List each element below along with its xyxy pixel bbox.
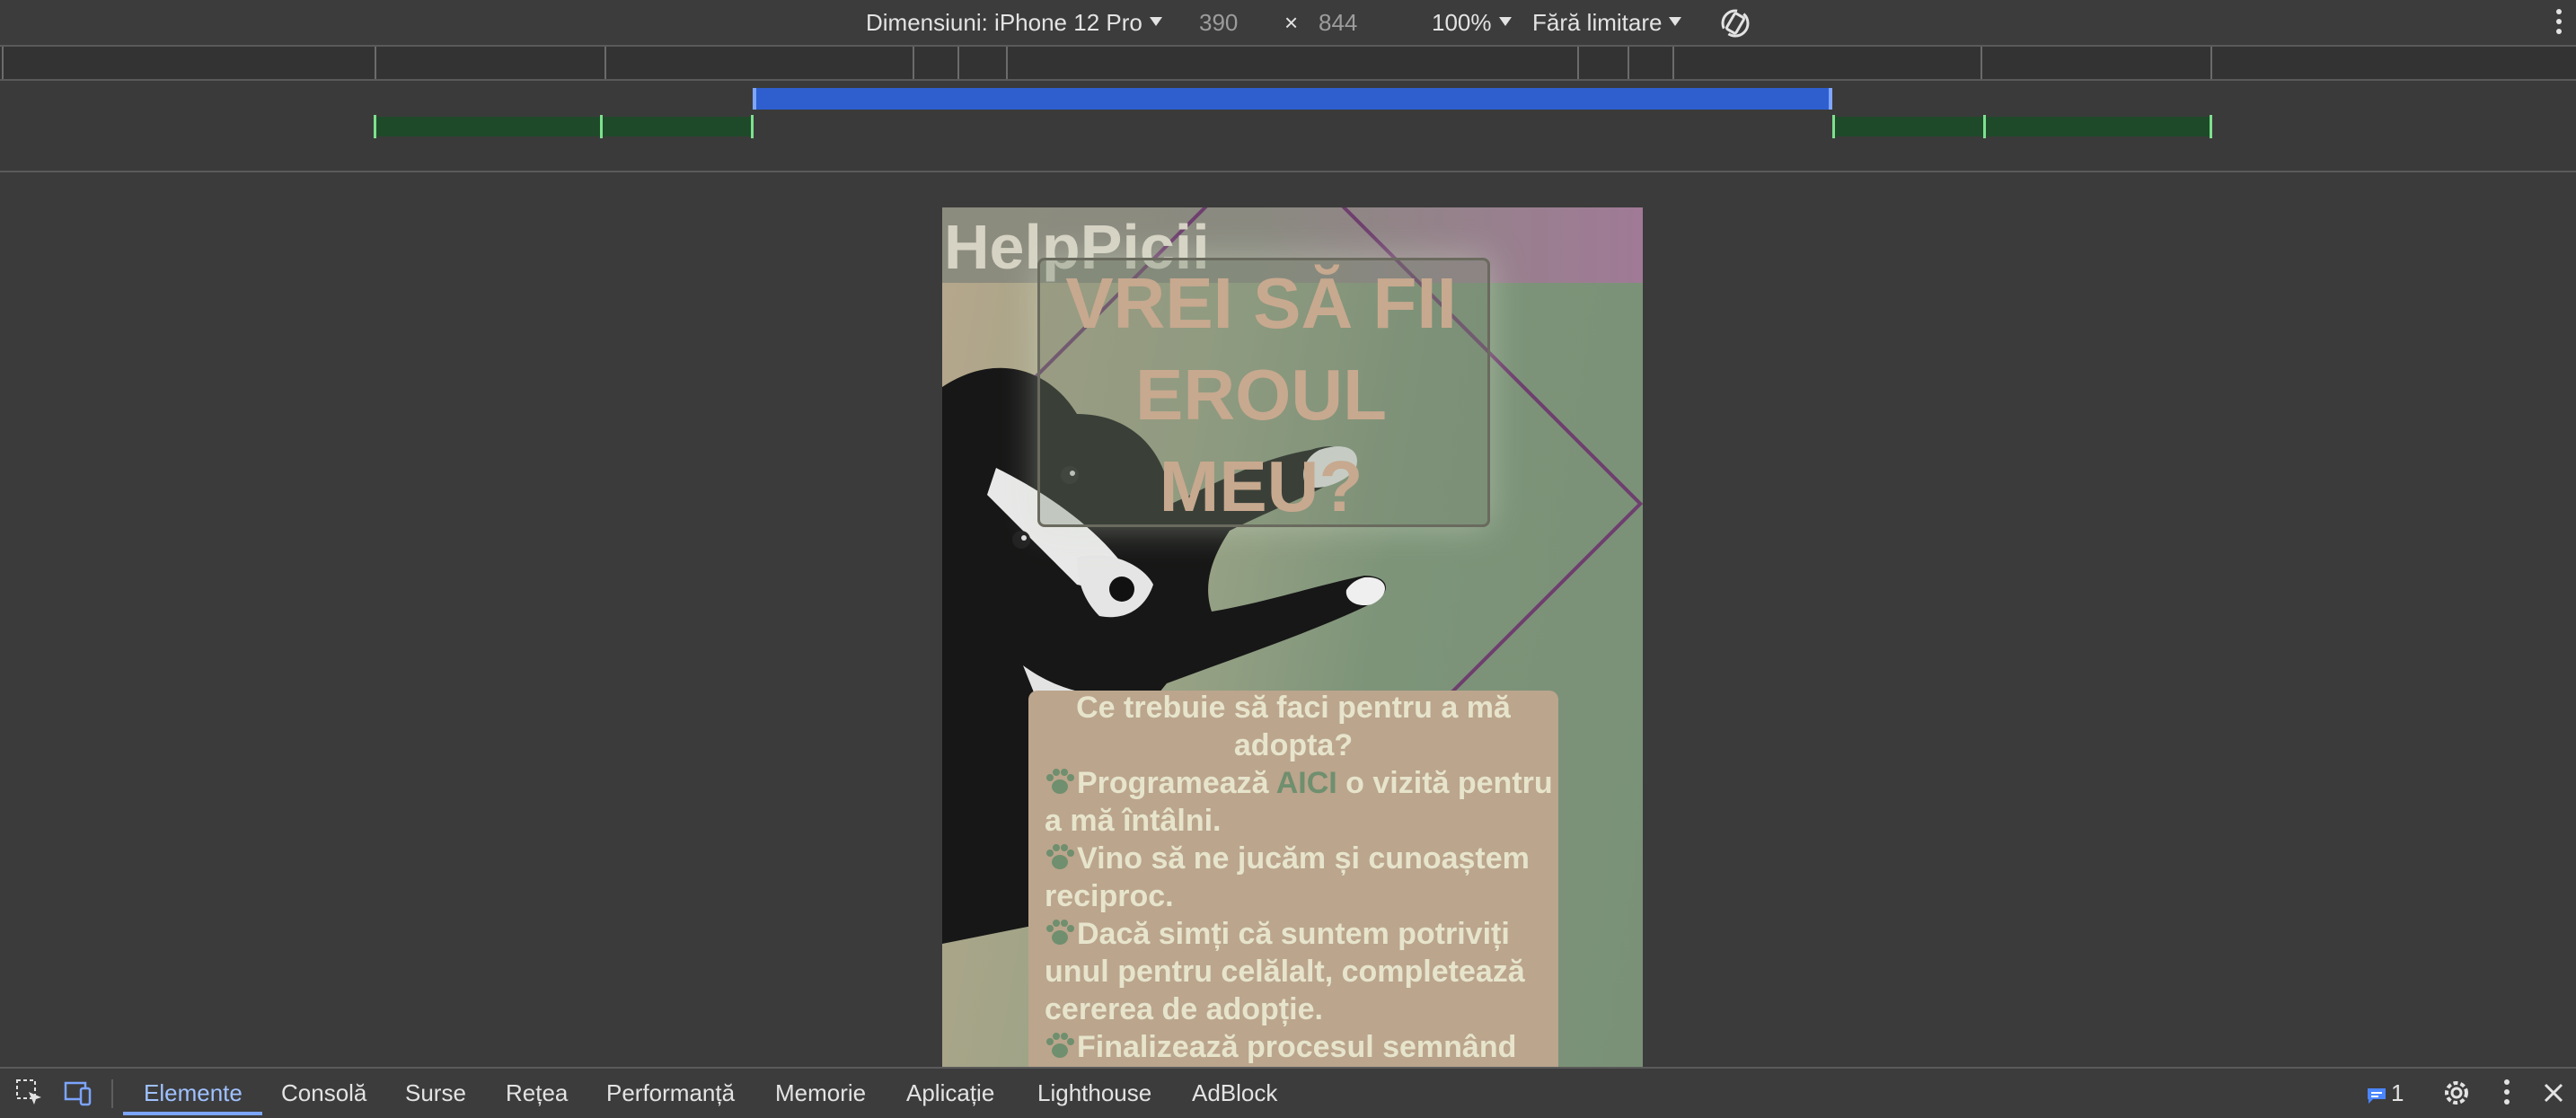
media-query-bars [0, 81, 2576, 172]
tab-performance[interactable]: Performanță [606, 1078, 735, 1108]
hero-heading: VREI SĂ FII EROUL MEU? [1037, 258, 1485, 533]
throttle-label: Fără limitare [1532, 9, 1663, 36]
device-label: Dimensiuni: iPhone 12 Pro [866, 9, 1142, 36]
dimension-separator: × [1284, 9, 1299, 36]
step-4-text: Finalizează procesul semnând [1077, 1030, 1517, 1064]
hero-line-3: MEU? [1159, 446, 1363, 526]
tab-network[interactable]: Rețea [506, 1078, 568, 1108]
device-toolbar: Dimensiuni: iPhone 12 Pro 390 × 844 100%… [0, 0, 2576, 47]
step-3-text: Dacă simți că suntem potriviți unul pent… [1045, 917, 1525, 1026]
schedule-visit-link[interactable]: AICI [1276, 766, 1337, 800]
chevron-down-icon [1669, 17, 1682, 27]
paw-icon [1046, 920, 1074, 945]
step-item: Vino să ne jucăm și cunoaștem reciproc. [1045, 840, 1566, 915]
step-1-text-start: Programează [1077, 766, 1276, 800]
gear-icon[interactable] [2441, 1078, 2472, 1108]
more-options-icon[interactable] [2504, 1079, 2510, 1105]
zoom-select[interactable]: 100% [1432, 7, 1512, 38]
hero-line-1: VREI SĂ FII [1065, 263, 1457, 343]
inspect-element-icon[interactable] [14, 1078, 45, 1108]
throttle-select[interactable]: Fără limitare [1532, 7, 1682, 38]
min-width-query-bar-left[interactable] [375, 117, 751, 136]
emulated-page-viewport[interactable]: HelpPicii VREI SĂ FII EROUL MEU? Ce treb… [942, 207, 1643, 1068]
rotate-icon[interactable] [1717, 5, 1753, 41]
tab-console[interactable]: Consolă [281, 1078, 366, 1108]
tab-memory[interactable]: Memorie [775, 1078, 866, 1108]
step-item: Programează AICI o vizită pentru a mă în… [1045, 764, 1566, 840]
devtools-tab-bar: Elemente Consolă Surse Rețea Performanță… [0, 1067, 2576, 1118]
hero-line-2: EROUL [1135, 355, 1387, 435]
more-options-icon[interactable] [2556, 9, 2562, 39]
paw-icon [1046, 769, 1074, 794]
step-item: Dacă simți că suntem potriviți unul pent… [1045, 915, 1566, 1028]
paw-icon [1046, 844, 1074, 869]
chevron-down-icon [1498, 17, 1512, 27]
media-query-ruler [0, 47, 2576, 81]
tab-elements[interactable]: Elemente [144, 1078, 243, 1108]
zoom-label: 100% [1432, 9, 1492, 36]
height-input[interactable]: 844 [1319, 7, 1357, 38]
adoption-steps-list: Programează AICI o vizită pentru a mă în… [1045, 764, 1566, 1066]
paw-icon [1046, 1033, 1074, 1058]
tab-adblock[interactable]: AdBlock [1192, 1078, 1277, 1108]
tab-sources[interactable]: Surse [405, 1078, 466, 1108]
close-icon[interactable] [2542, 1081, 2565, 1105]
message-icon[interactable] [2366, 1087, 2387, 1105]
chevron-down-icon [1149, 17, 1162, 27]
max-width-query-bar[interactable] [753, 88, 1832, 110]
step-2-text: Vino să ne jucăm și cunoaștem reciproc. [1045, 841, 1530, 913]
issues-count[interactable]: 1 [2391, 1078, 2404, 1108]
tab-lighthouse[interactable]: Lighthouse [1037, 1078, 1151, 1108]
device-select[interactable]: Dimensiuni: iPhone 12 Pro [866, 7, 1162, 38]
width-input[interactable]: 390 [1199, 7, 1238, 38]
device-toggle-icon[interactable] [63, 1078, 93, 1108]
step-item: Finalizează procesul semnând [1045, 1028, 1566, 1066]
active-tab-indicator [123, 1112, 262, 1115]
adoption-info-title: Ce trebuie să faci pentru a mă adopta? [1076, 691, 1511, 762]
tab-application[interactable]: Aplicație [906, 1078, 994, 1108]
min-width-query-bar-right[interactable] [1834, 117, 2210, 136]
